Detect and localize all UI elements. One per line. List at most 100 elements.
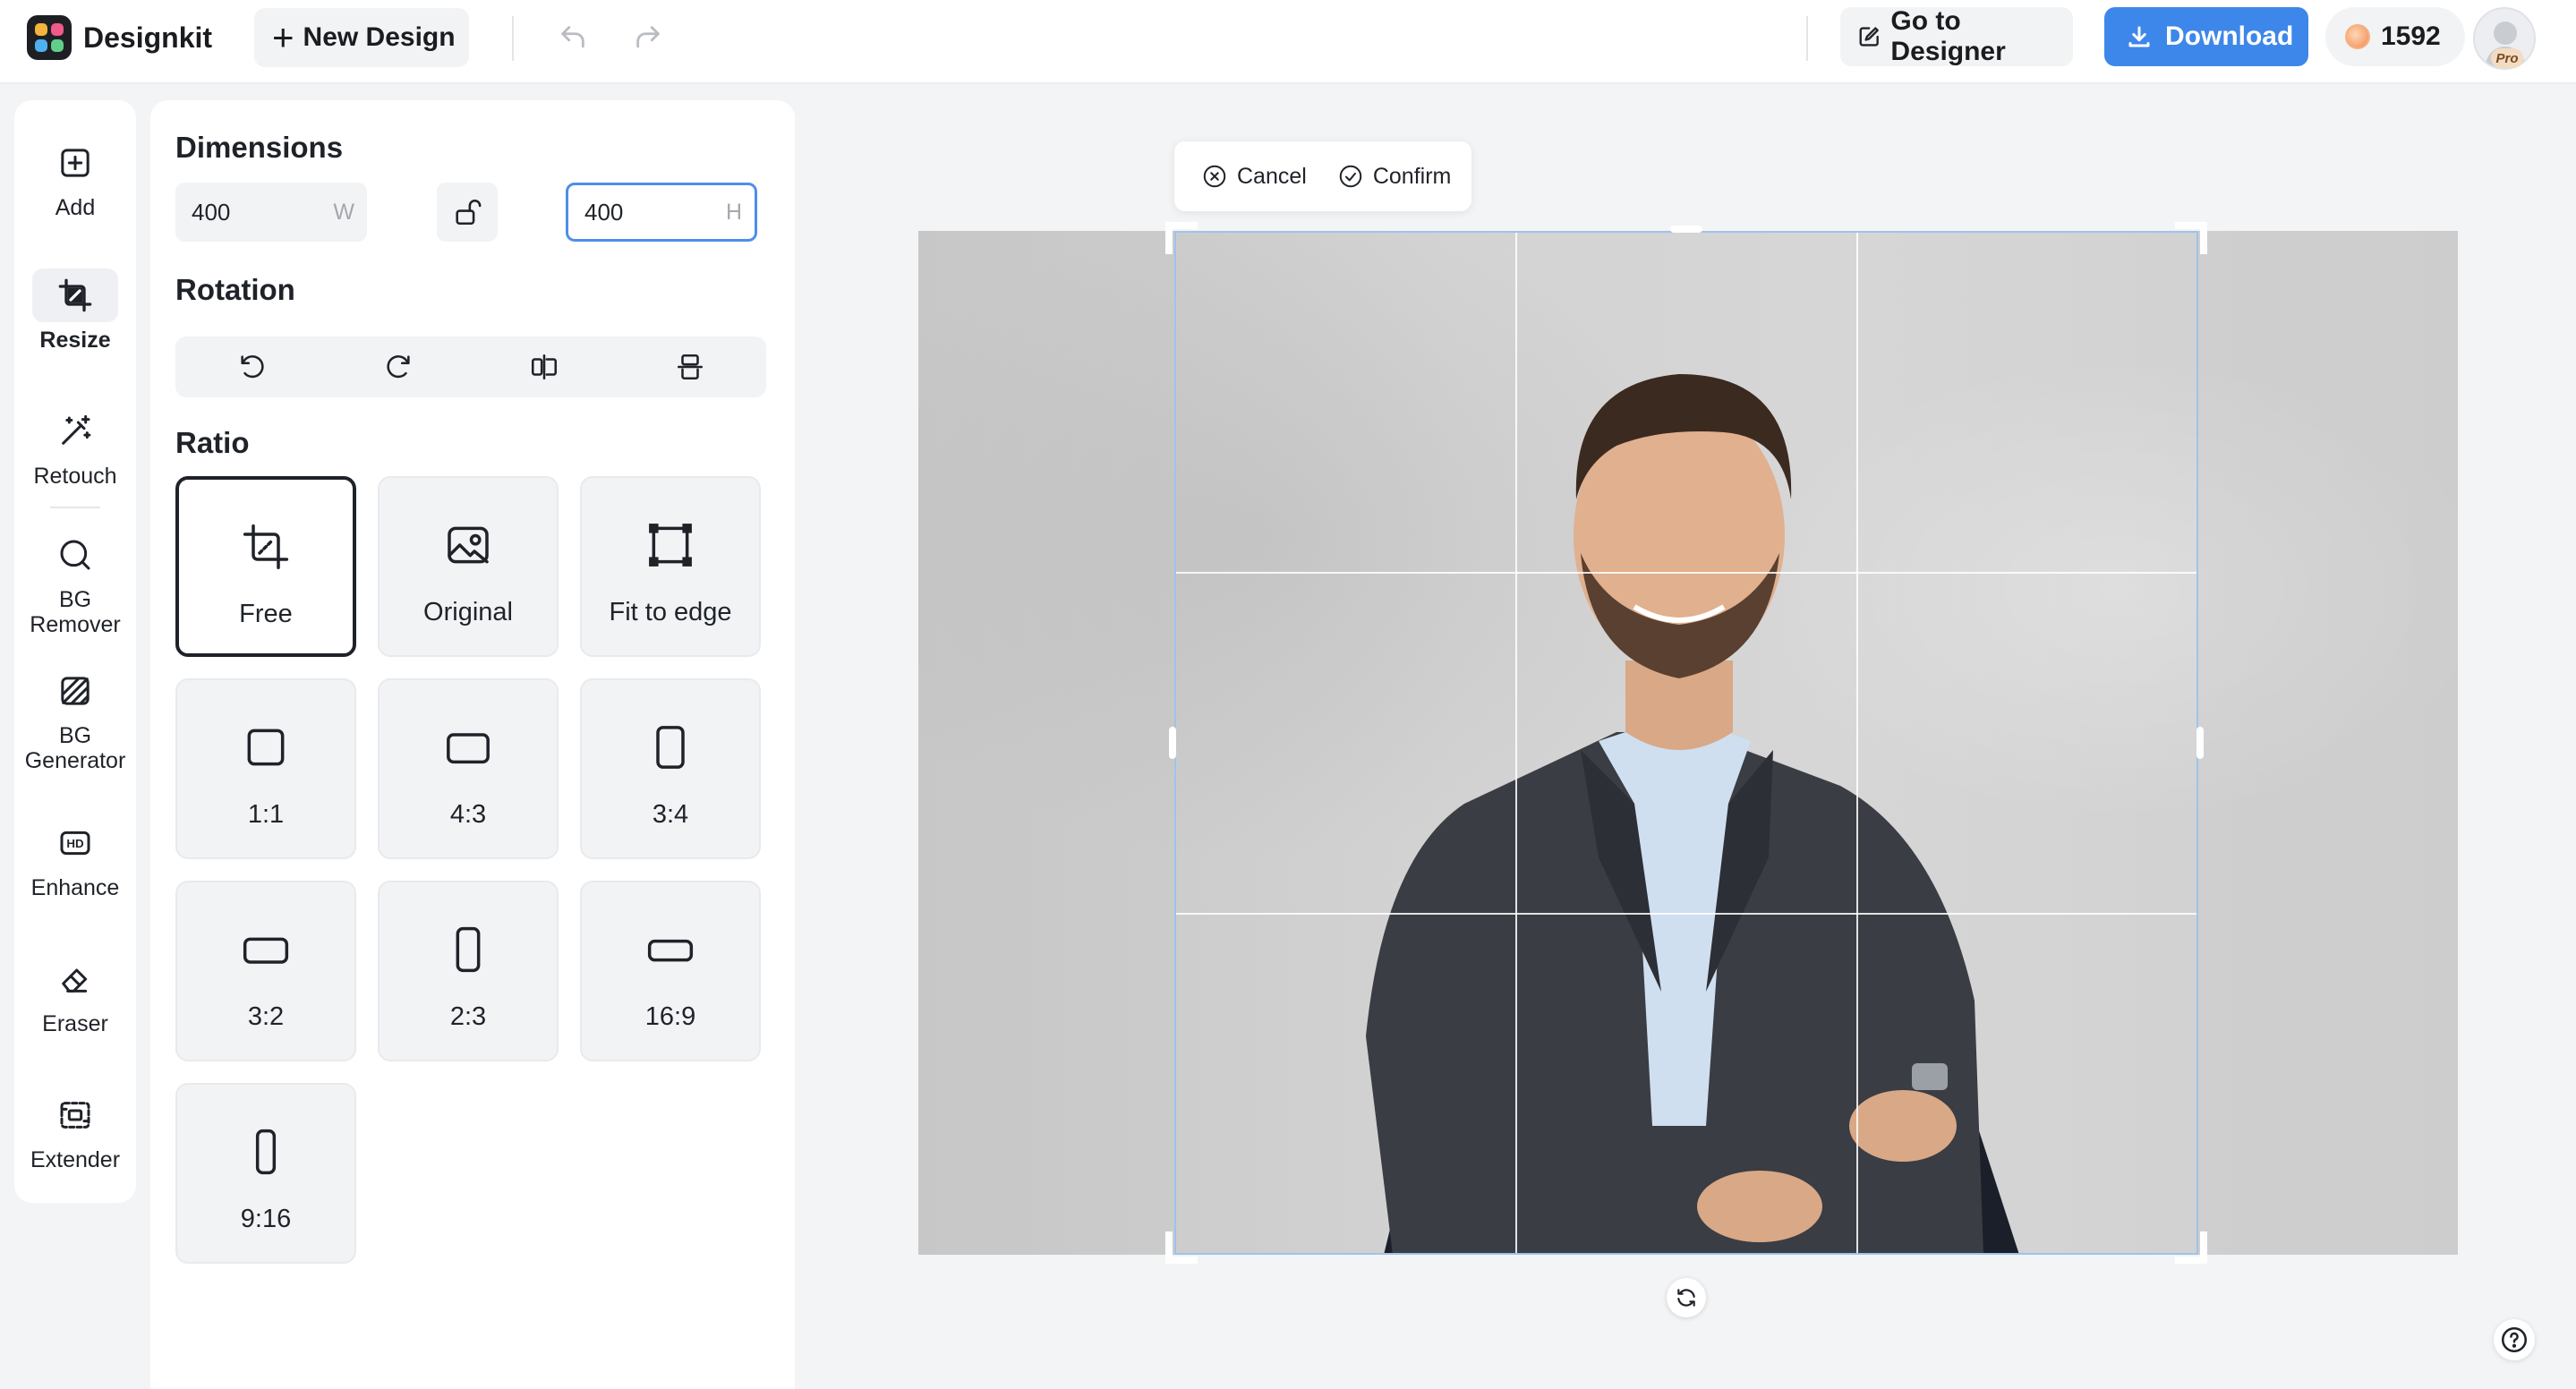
ratio-3-4[interactable]: 3:4: [580, 678, 761, 859]
flip-horizontal-button[interactable]: [521, 344, 567, 390]
rotate-right-button[interactable]: [375, 344, 422, 390]
ratio-1-1[interactable]: 1:1: [175, 678, 356, 859]
crop-grid-line: [1176, 913, 2196, 915]
download-icon: [2128, 26, 2150, 47]
rail-item-label: Extender: [30, 1147, 121, 1172]
cancel-button[interactable]: Cancel: [1201, 163, 1307, 190]
rotation-toolbar: [175, 337, 766, 397]
crop-frame[interactable]: [1174, 231, 2198, 1255]
refresh-icon: [1677, 1289, 1695, 1307]
aspect-lock-button[interactable]: [437, 183, 498, 242]
ratio-label: Free: [239, 600, 293, 628]
undo-button[interactable]: [550, 14, 596, 61]
rotate-left-icon: [241, 355, 264, 379]
square-ratio-icon: [247, 729, 285, 766]
rail-item-extender[interactable]: Extender: [14, 1088, 136, 1172]
rail-item-bg-remover[interactable]: BG Remover: [14, 528, 136, 637]
crop-outside-left: [918, 231, 1174, 1255]
crop-handle-bottom-left[interactable]: [1165, 1231, 1173, 1264]
ratio-label: 1:1: [247, 800, 285, 829]
rail-item-eraser[interactable]: Eraser: [14, 952, 136, 1036]
image-icon: [448, 526, 489, 564]
crop-handle-top-right[interactable]: [2200, 222, 2207, 254]
external-edit-icon: [1859, 27, 1879, 47]
go-to-designer-label: Go to Designer: [1890, 6, 2006, 66]
credits-balance[interactable]: 1592: [2325, 7, 2465, 66]
rotation-title: Rotation: [175, 273, 295, 306]
rail-item-label: Add: [55, 195, 96, 220]
crop-grid-line: [1176, 572, 2196, 574]
ratio-label: Fit to edge: [609, 598, 732, 626]
confirm-button[interactable]: Confirm: [1337, 163, 1451, 190]
credits-count: 1592: [2381, 21, 2441, 51]
magic-wand-icon: [62, 414, 91, 445]
rail-divider: [50, 507, 100, 508]
rail-item-bg-generator[interactable]: BG Generator: [14, 664, 136, 773]
width-value: 400: [192, 198, 231, 226]
top-bar: Designkit + New Design Go to Designer Do…: [0, 0, 2576, 84]
ratio-title: Ratio: [175, 426, 250, 459]
rail-item-add[interactable]: Add: [14, 136, 136, 220]
redo-button[interactable]: [625, 14, 671, 61]
height-input[interactable]: 400 H: [566, 183, 757, 242]
ratio-4-3[interactable]: 4:3: [378, 678, 559, 859]
rail-item-retouch[interactable]: Retouch: [14, 405, 136, 489]
go-to-designer-button[interactable]: Go to Designer: [1840, 6, 2073, 66]
crop-handle-bottom-right[interactable]: [2200, 1231, 2207, 1264]
ratio-fit-to-edge[interactable]: Fit to edge: [580, 476, 761, 657]
tool-rail: Add Resize Retouch BG Remover BG Generat…: [14, 100, 136, 1203]
height-value: 400: [584, 198, 624, 226]
crop-handle-left[interactable]: [1169, 727, 1176, 759]
ratio-label: Original: [423, 598, 513, 626]
ratio-16-9[interactable]: 16:9: [580, 881, 761, 1061]
flip-vertical-button[interactable]: [667, 344, 713, 390]
svg-text:HD: HD: [66, 837, 84, 850]
download-label: Download: [2165, 21, 2294, 51]
hd-icon: HD: [60, 831, 90, 856]
portrait-9-16-icon: [255, 1129, 277, 1175]
ratio-label: 2:3: [449, 1002, 487, 1031]
ratio-original[interactable]: Original: [378, 476, 559, 657]
ratio-label: 16:9: [644, 1002, 696, 1031]
bg-remover-icon: [60, 540, 90, 570]
crop-icon: [58, 278, 92, 312]
eraser-icon: [62, 968, 88, 993]
flip-horizontal-icon: [531, 354, 558, 380]
new-design-button[interactable]: + New Design: [254, 8, 469, 67]
designkit-logo-icon: [27, 15, 72, 60]
rail-item-resize[interactable]: Resize: [14, 268, 136, 353]
fit-to-edge-icon: [649, 524, 692, 567]
help-icon: [2501, 1326, 2528, 1353]
rail-item-enhance[interactable]: HD Enhance: [14, 816, 136, 900]
crop-grid-line: [1515, 233, 1517, 1253]
rotate-handle[interactable]: [1667, 1278, 1706, 1317]
ratio-label: 4:3: [449, 800, 487, 829]
app-logo[interactable]: Designkit: [27, 15, 212, 60]
height-unit: H: [725, 199, 742, 225]
crop-handle-top[interactable]: [1670, 226, 1702, 233]
redo-icon: [636, 26, 660, 48]
crop-handle-top-left[interactable]: [1165, 222, 1173, 254]
rail-item-label: BG Generator: [24, 723, 126, 773]
crop-handle-right[interactable]: [2196, 727, 2204, 759]
download-button[interactable]: Download: [2104, 7, 2308, 66]
extender-icon: [60, 1102, 90, 1129]
width-input[interactable]: 400 W: [175, 183, 367, 242]
dimensions-title: Dimensions: [175, 131, 344, 164]
close-circle-icon: [1203, 165, 1226, 188]
help-button[interactable]: [2494, 1319, 2535, 1360]
cancel-label: Cancel: [1237, 163, 1307, 189]
new-design-label: New Design: [303, 22, 456, 52]
bg-generator-icon: [61, 677, 90, 705]
ratio-free[interactable]: Free: [175, 476, 356, 657]
app-name: Designkit: [83, 21, 213, 54]
ratio-2-3[interactable]: 2:3: [378, 881, 559, 1061]
ratio-3-2[interactable]: 3:2: [175, 881, 356, 1061]
plus-square-icon: [61, 149, 90, 177]
rail-item-label: Enhance: [30, 875, 120, 900]
rotate-left-button[interactable]: [229, 344, 276, 390]
ratio-9-16[interactable]: 9:16: [175, 1083, 356, 1264]
toolbar-divider: [512, 16, 514, 61]
rail-item-label: Resize: [39, 328, 111, 353]
crop-action-bar: Cancel Confirm: [1174, 141, 1471, 211]
